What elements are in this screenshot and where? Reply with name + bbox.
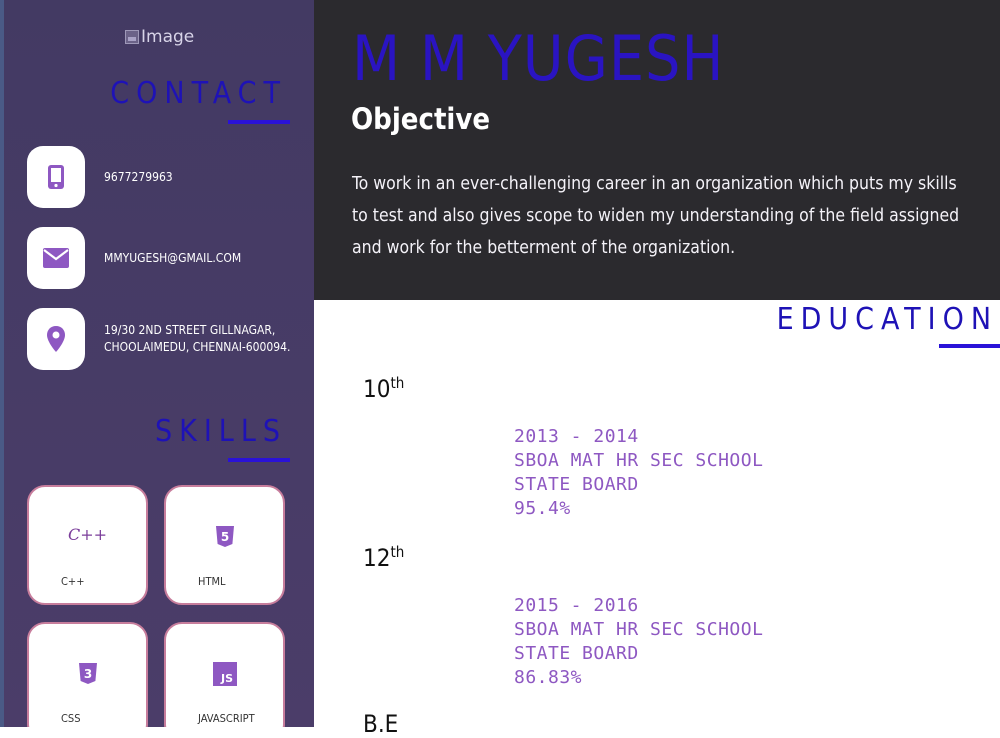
- email-address: MMYUGESH@GMAIL.COM: [104, 250, 242, 265]
- phone-icon: [48, 165, 64, 189]
- school-name: SBOA MAT HR SEC SCHOOL: [514, 450, 764, 471]
- svg-text:5: 5: [220, 530, 228, 544]
- years: 2015 - 2016: [514, 595, 639, 616]
- contact-heading: CONTACT: [110, 76, 287, 111]
- school-name: SBOA MAT HR SEC SCHOOL: [514, 619, 764, 640]
- education-entry-10: 2013 - 2014 SBOA MAT HR SEC SCHOOL STATE…: [514, 425, 763, 521]
- score: 86.83%: [514, 667, 583, 688]
- board: STATE BOARD: [514, 474, 639, 495]
- header-section: M M YUGESH Objective To work in an ever-…: [314, 0, 1000, 300]
- objective-heading: Objective: [351, 102, 491, 136]
- skill-label-javascript: JAVASCRIPT: [198, 712, 255, 725]
- years: 2013 - 2014: [514, 426, 639, 447]
- education-underline: [939, 344, 1000, 348]
- css3-icon: 3: [29, 662, 146, 685]
- skill-card-javascript: JS JAVASCRIPT: [164, 622, 285, 727]
- skill-label-css: CSS: [61, 712, 81, 725]
- location-icon-box: [27, 308, 85, 370]
- education-heading: EDUCATION: [776, 302, 998, 337]
- address-line-2: CHOOLAIMEDU, CHENNAI-600094.: [104, 340, 291, 354]
- phone-number: 9677279963: [104, 169, 173, 184]
- broken-image-icon: [125, 30, 139, 44]
- grade-10: 10th: [363, 374, 405, 403]
- skill-card-cpp: C++ C++: [27, 485, 148, 605]
- skill-label-html: HTML: [198, 575, 226, 588]
- javascript-icon: JS: [166, 662, 283, 686]
- person-name: M M YUGESH: [352, 22, 725, 95]
- skill-card-html: 5 HTML: [164, 485, 285, 605]
- sidebar: Image CONTACT 9677279963 MMYUGESH@GMAIL.…: [4, 0, 314, 727]
- mail-icon: [43, 248, 69, 268]
- html5-icon: 5: [166, 525, 283, 548]
- svg-text:3: 3: [83, 667, 91, 681]
- profile-image: Image: [125, 27, 194, 47]
- location-pin-icon: [47, 326, 65, 352]
- mail-icon-box: [27, 227, 85, 289]
- phone-icon-box: [27, 146, 85, 208]
- grade-12: 12th: [363, 543, 405, 572]
- education-entry-12: 2015 - 2016 SBOA MAT HR SEC SCHOOL STATE…: [514, 594, 763, 690]
- board: STATE BOARD: [514, 643, 639, 664]
- skill-card-css: 3 CSS: [27, 622, 148, 727]
- contact-underline: [228, 120, 290, 124]
- skills-heading: SKILLS: [155, 414, 287, 449]
- address-line-1: 19/30 2ND STREET GILLNAGAR,: [104, 323, 276, 337]
- cpp-icon: C++: [67, 525, 108, 544]
- svg-text:JS: JS: [219, 672, 232, 685]
- contact-email: MMYUGESH@GMAIL.COM: [27, 227, 241, 289]
- skills-underline: [228, 458, 290, 462]
- skill-label-cpp: C++: [61, 575, 85, 588]
- grade-be: B.E: [363, 710, 399, 738]
- contact-phone: 9677279963: [27, 146, 173, 208]
- contact-address: 19/30 2ND STREET GILLNAGAR, CHOOLAIMEDU,…: [27, 308, 290, 370]
- address: 19/30 2ND STREET GILLNAGAR, CHOOLAIMEDU,…: [104, 322, 290, 356]
- profile-image-alt: Image: [141, 27, 195, 47]
- score: 95.4%: [514, 498, 571, 519]
- objective-text: To work in an ever-challenging career in…: [352, 174, 960, 258]
